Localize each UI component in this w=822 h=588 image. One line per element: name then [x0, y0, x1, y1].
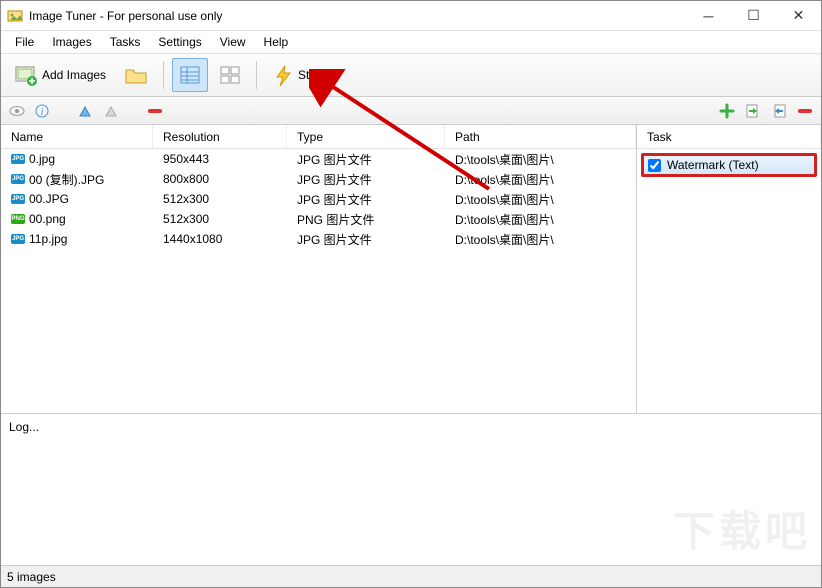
file-type: JPG 图片文件 [287, 191, 445, 208]
table-row[interactable]: JPG 00.JPG 512x300JPG 图片文件D:\tools\桌面\图片\ [1, 189, 636, 209]
column-type[interactable]: Type [287, 125, 445, 148]
list-view-icon [179, 64, 201, 86]
jpg-file-icon: JPG [11, 174, 25, 184]
window-title: Image Tuner - For personal use only [29, 9, 686, 23]
file-table-header: Name Resolution Type Path [1, 125, 636, 149]
info-icon[interactable]: i [35, 104, 49, 118]
jpg-file-icon: JPG [11, 194, 25, 204]
main-area: Name Resolution Type Path JPG 0.jpg 950x44… [1, 125, 821, 413]
file-resolution: 800x800 [153, 172, 287, 186]
file-type: JPG 图片文件 [287, 171, 445, 188]
file-type: JPG 图片文件 [287, 231, 445, 248]
file-name: 11p.jpg [29, 232, 67, 246]
status-text: 5 images [7, 570, 56, 584]
column-resolution[interactable]: Resolution [153, 125, 287, 148]
menu-file[interactable]: File [7, 33, 42, 51]
task-header: Task [637, 125, 821, 149]
file-resolution: 950x443 [153, 152, 287, 166]
task-panel: Task Watermark (Text) [637, 125, 821, 413]
table-row[interactable]: PNG 00.png 512x300PNG 图片文件D:\tools\桌面\图片\ [1, 209, 636, 229]
view-thumbnails-button[interactable] [212, 58, 248, 92]
table-row[interactable]: JPG 00 (复制).JPG 800x800JPG 图片文件D:\tools\桌面… [1, 169, 636, 189]
menu-images[interactable]: Images [44, 33, 99, 51]
toolbar-separator [163, 61, 164, 89]
minimize-button[interactable]: ─ [686, 1, 731, 30]
task-list: Watermark (Text) [637, 149, 821, 413]
column-path[interactable]: Path [445, 125, 636, 148]
add-images-icon [14, 63, 38, 87]
secondary-toolbar: i [1, 97, 821, 125]
view-details-button[interactable] [172, 58, 208, 92]
menu-settings[interactable]: Settings [150, 33, 209, 51]
file-type: PNG 图片文件 [287, 211, 445, 228]
open-folder-button[interactable] [117, 58, 155, 92]
statusbar: 5 images [1, 565, 821, 587]
task-checkbox[interactable] [648, 159, 661, 172]
eye-icon[interactable] [9, 105, 25, 117]
file-path: D:\tools\桌面\图片\ [445, 231, 636, 248]
column-name[interactable]: Name [1, 125, 153, 148]
log-label: Log... [9, 420, 39, 434]
menubar: File Images Tasks Settings View Help [1, 31, 821, 53]
table-row[interactable]: JPG 0.jpg 950x443JPG 图片文件D:\tools\桌面\图片\ [1, 149, 636, 169]
export-task-icon[interactable] [771, 103, 787, 119]
titlebar: Image Tuner - For personal use only ─ ☐ … [1, 1, 821, 31]
file-name: 00 (复制).JPG [29, 171, 104, 188]
jpg-file-icon: JPG [11, 234, 25, 244]
add-images-label: Add Images [42, 68, 106, 82]
menu-help[interactable]: Help [256, 33, 297, 51]
menu-tasks[interactable]: Tasks [102, 33, 149, 51]
close-button[interactable]: ✕ [776, 1, 821, 30]
file-resolution: 512x300 [153, 192, 287, 206]
file-name: 00.JPG [29, 192, 69, 206]
png-file-icon: PNG [11, 214, 25, 224]
file-resolution: 1440x1080 [153, 232, 287, 246]
remove-icon[interactable] [147, 107, 163, 115]
app-icon [7, 8, 23, 24]
rotate-left-icon[interactable] [77, 104, 93, 118]
folder-icon [124, 63, 148, 87]
start-button[interactable]: Start [265, 58, 330, 92]
column-task[interactable]: Task [637, 125, 821, 148]
file-list[interactable]: JPG0.jpg950x443JPG 图片文件D:\tools\桌面\图片\JP… [1, 149, 636, 413]
file-type: JPG 图片文件 [287, 151, 445, 168]
menu-view[interactable]: View [212, 33, 254, 51]
rotate-right-icon[interactable] [103, 104, 119, 118]
add-task-icon[interactable] [719, 103, 735, 119]
remove-task-icon[interactable] [797, 107, 813, 115]
file-name: 00.png [29, 212, 66, 226]
file-path: D:\tools\桌面\图片\ [445, 151, 636, 168]
file-panel: Name Resolution Type Path JPG 0.jpg 950x44… [1, 125, 637, 413]
svg-text:i: i [41, 107, 44, 118]
task-item-watermark[interactable]: Watermark (Text) [641, 153, 817, 177]
jpg-file-icon: JPG [11, 154, 25, 164]
add-images-button[interactable]: Add Images [7, 58, 113, 92]
import-task-icon[interactable] [745, 103, 761, 119]
start-label: Start [298, 68, 323, 82]
maximize-button[interactable]: ☐ [731, 1, 776, 30]
grid-view-icon [219, 64, 241, 86]
toolbar: Add Images Start [1, 53, 821, 97]
log-panel: Log... [1, 413, 821, 561]
file-path: D:\tools\桌面\图片\ [445, 211, 636, 228]
toolbar-separator [256, 61, 257, 89]
lightning-icon [272, 64, 294, 86]
file-path: D:\tools\桌面\图片\ [445, 171, 636, 188]
file-name: 0.jpg [29, 152, 55, 166]
file-path: D:\tools\桌面\图片\ [445, 191, 636, 208]
task-label: Watermark (Text) [667, 158, 759, 172]
file-resolution: 512x300 [153, 212, 287, 226]
table-row[interactable]: JPG 11p.jpg 1440x1080JPG 图片文件D:\tools\桌面\图… [1, 229, 636, 249]
